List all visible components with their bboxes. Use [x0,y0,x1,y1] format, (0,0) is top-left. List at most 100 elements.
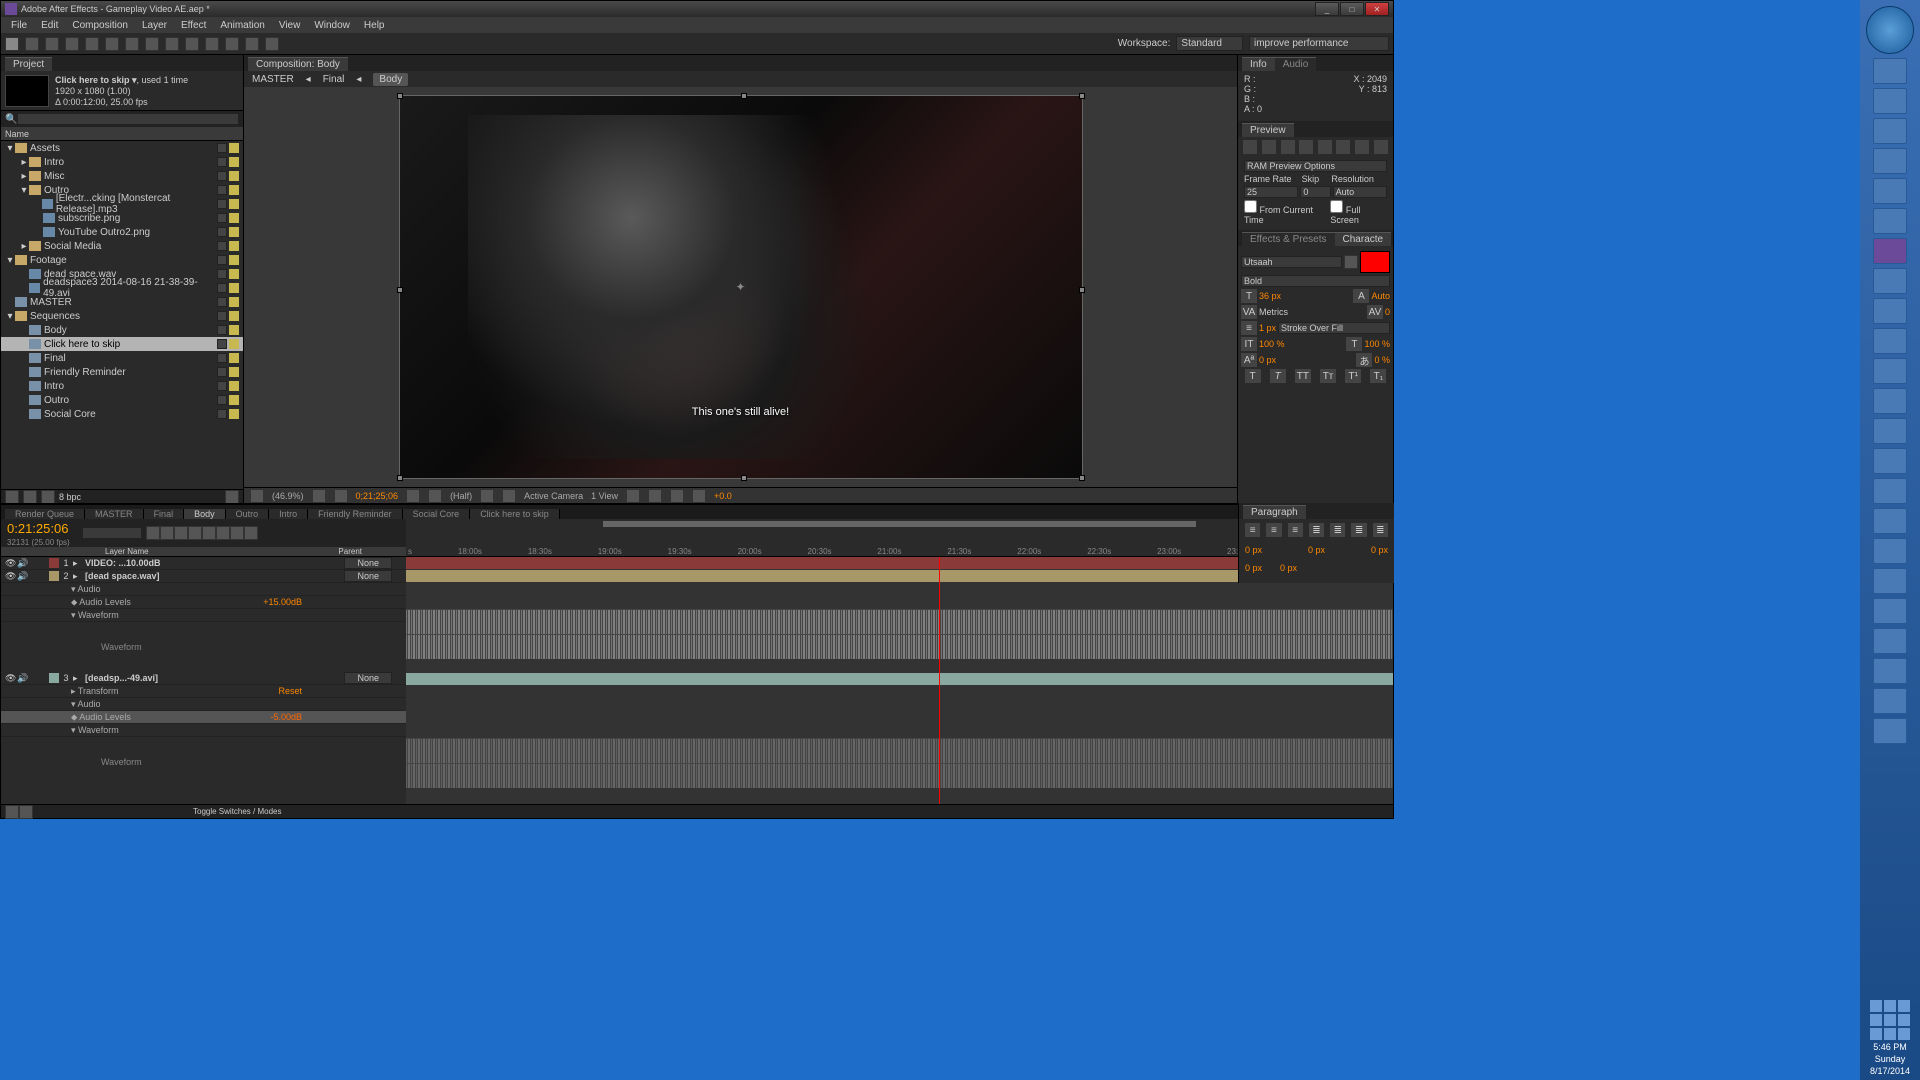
taskbar-app-icon[interactable] [1873,538,1907,564]
taskbar-app-icon[interactable] [1873,718,1907,744]
taskbar-app-icon[interactable] [1873,358,1907,384]
menu-view[interactable]: View [273,19,307,32]
label-color-icon[interactable] [217,339,227,349]
hand-tool-icon[interactable] [25,37,39,51]
label-color-icon[interactable] [217,171,227,181]
project-item[interactable]: ▸Intro [1,155,243,169]
project-tree[interactable]: ▾Assets▸Intro▸Misc▾Outro[Electr...cking … [1,141,243,489]
tray-icon[interactable] [1884,1000,1896,1012]
label-color-icon[interactable] [217,255,227,265]
exposure-value[interactable]: +0.0 [714,491,732,501]
waveform-property-group[interactable]: ▾ Waveform [1,609,406,622]
interpret-footage-icon[interactable] [5,490,19,504]
taskbar-app-icon[interactable] [1873,568,1907,594]
effects-presets-tab[interactable]: Effects & Presets [1242,232,1335,246]
project-item[interactable]: [Electr...cking [Monstercat Release].mp3 [1,197,243,211]
timeline-comp-tab[interactable]: Outro [226,509,270,519]
tsume-input[interactable]: 0 % [1374,355,1390,365]
align-right-button[interactable]: ≡ [1288,523,1303,537]
tray-icon[interactable] [1898,1000,1910,1012]
window-close-button[interactable]: ✕ [1365,2,1389,16]
breadcrumb-item[interactable]: MASTER [252,74,294,85]
project-item[interactable]: Click here to skip [1,337,243,351]
window-maximize-button[interactable]: □ [1340,2,1364,16]
snapshot-icon[interactable] [406,489,420,503]
transform-handle-icon[interactable] [397,287,403,293]
preview-tab[interactable]: Preview [1242,123,1294,137]
motion-blur-icon[interactable] [202,526,216,540]
fullscreen-checkbox[interactable]: Full Screen [1330,200,1387,225]
taskbar-app-icon[interactable] [1873,478,1907,504]
timeline-comp-tab[interactable]: Click here to skip [470,509,560,519]
label-color-icon[interactable] [217,381,227,391]
tray-icon[interactable] [1870,1014,1882,1026]
project-item[interactable]: ▸Social Media [1,239,243,253]
font-style-dropdown[interactable]: Bold [1241,275,1390,287]
info-tab[interactable]: Info [1242,57,1275,71]
project-item[interactable]: Friendly Reminder [1,365,243,379]
taskbar-app-icon[interactable] [1873,268,1907,294]
roto-brush-tool-icon[interactable] [245,37,259,51]
work-area-bar[interactable] [603,521,1195,527]
disclosure-closed-icon[interactable]: ▸ [19,157,29,168]
indent-left-input[interactable]: 0 px [1245,545,1262,555]
composition-viewer[interactable]: ✦ This one's still alive! [244,87,1237,487]
transform-property-group[interactable]: ▸ TransformReset [1,685,406,698]
fast-preview-icon[interactable] [334,489,348,503]
roi-icon[interactable] [480,489,494,503]
ram-preview-options-dropdown[interactable]: RAM Preview Options [1244,160,1387,172]
start-button[interactable] [1866,6,1914,54]
taskbar-app-icon[interactable] [1873,508,1907,534]
taskbar-app-icon[interactable] [1873,418,1907,444]
label-color-icon[interactable] [217,325,227,335]
frame-blend-icon[interactable] [188,526,202,540]
indent-first-input[interactable]: 0 px [1308,545,1325,555]
menu-edit[interactable]: Edit [35,19,64,32]
leading-input[interactable]: Auto [1371,291,1390,301]
tray-volume-icon[interactable] [1884,1014,1896,1026]
rectangle-tool-icon[interactable] [125,37,139,51]
label-color-icon[interactable] [217,143,227,153]
taskbar-app-icon[interactable] [1873,388,1907,414]
audio-property-group[interactable]: ▾ Audio [1,698,406,711]
taskbar-app-icon[interactable] [1873,328,1907,354]
tray-icon[interactable] [1884,1028,1896,1040]
label-color-icon[interactable] [217,409,227,419]
stroke-width-input[interactable]: 1 px [1259,323,1276,333]
viewer-timecode[interactable]: 0;21;25;06 [356,491,399,501]
layer-switches-icon[interactable] [19,805,33,819]
prev-frame-button[interactable] [1262,140,1276,154]
project-search-input[interactable] [17,113,239,125]
pen-tool-icon[interactable] [145,37,159,51]
tray-network-icon[interactable] [1898,1014,1910,1026]
layer-row[interactable]: 👁🔊2▸[dead space.wav]None [1,570,406,583]
superscript-button[interactable]: T¹ [1345,369,1361,383]
resolution-icon[interactable] [312,489,326,503]
label-color-icon[interactable] [217,297,227,307]
timeline-comp-tab[interactable]: Body [184,509,226,519]
transparency-grid-icon[interactable] [502,489,516,503]
taskbar-app-icon[interactable] [1873,658,1907,684]
play-button[interactable] [1281,140,1295,154]
disclosure-closed-icon[interactable]: ▸ [19,171,29,182]
label-color-icon[interactable] [217,241,227,251]
layer-bar-footage[interactable] [406,673,1393,685]
timeline-comp-tab[interactable]: MASTER [85,509,144,519]
label-color-icon[interactable] [217,311,227,321]
menu-help[interactable]: Help [358,19,391,32]
next-frame-button[interactable] [1299,140,1313,154]
taskbar-app-icon[interactable] [1873,688,1907,714]
waveform-property-group[interactable]: ▾ Waveform [1,724,406,737]
project-item[interactable]: Body [1,323,243,337]
menu-layer[interactable]: Layer [136,19,173,32]
align-center-button[interactable]: ≡ [1266,523,1281,537]
project-item[interactable]: Outro [1,393,243,407]
selection-tool-icon[interactable] [5,37,19,51]
parent-dropdown[interactable]: None [344,672,392,684]
taskbar-app-icon[interactable] [1873,208,1907,234]
taskbar-chrome-icon[interactable] [1873,88,1907,114]
taskbar-app-icon[interactable] [1873,448,1907,474]
timeline-search-input[interactable] [82,527,142,539]
kerning-input[interactable]: Metrics [1259,307,1288,317]
fast-previews-icon[interactable] [648,489,662,503]
